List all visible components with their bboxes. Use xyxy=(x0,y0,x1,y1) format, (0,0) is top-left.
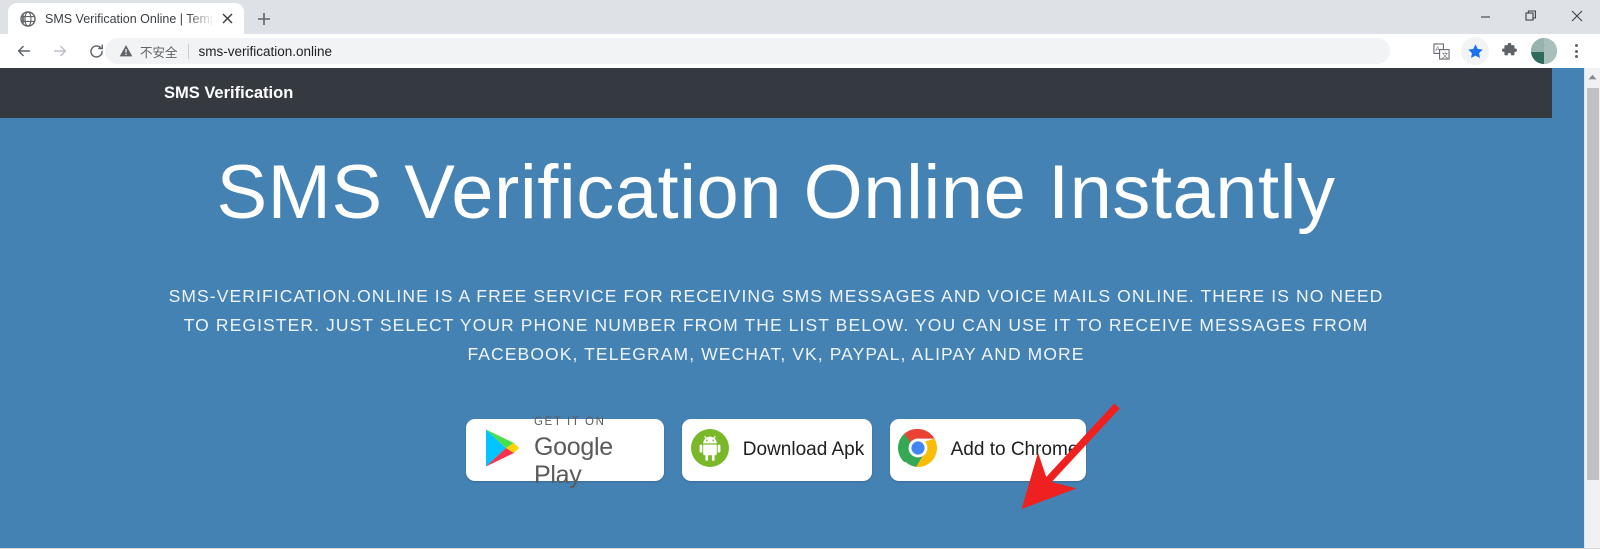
svg-text:文: 文 xyxy=(1441,50,1448,59)
scrollbar-track[interactable] xyxy=(1587,85,1599,549)
bookmark-star-icon[interactable] xyxy=(1461,37,1489,65)
profile-avatar[interactable] xyxy=(1531,38,1557,64)
address-bar[interactable]: 不安全 sms-verification.online xyxy=(105,38,1390,64)
new-tab-button[interactable] xyxy=(250,5,278,33)
vertical-scrollbar[interactable] xyxy=(1584,68,1600,549)
scrollbar-thumb[interactable] xyxy=(1587,88,1599,480)
google-play-text: GET IT ON Google Play xyxy=(534,412,646,489)
chrome-menu-icon[interactable] xyxy=(1562,37,1590,65)
hero-section: SMS Verification Online Instantly SMS-VE… xyxy=(0,118,1552,549)
warning-triangle-icon[interactable] xyxy=(119,44,133,58)
google-play-button[interactable]: GET IT ON Google Play xyxy=(466,416,664,489)
svg-text:A: A xyxy=(1435,46,1440,53)
site-brand[interactable]: SMS Verification xyxy=(164,84,293,103)
globe-icon xyxy=(20,10,36,27)
page-viewport: SMS Verification SMS Verification Online… xyxy=(0,68,1600,549)
chrome-icon xyxy=(897,428,938,473)
translate-icon[interactable]: A 文 xyxy=(1427,37,1455,65)
restore-icon[interactable] xyxy=(1508,0,1554,32)
minimize-icon[interactable] xyxy=(1462,0,1508,32)
web-page: SMS Verification SMS Verification Online… xyxy=(0,68,1552,549)
google-play-small-label: GET IT ON xyxy=(534,415,606,428)
android-icon xyxy=(690,428,730,473)
page-title: SMS Verification Online Instantly xyxy=(216,150,1336,235)
security-status-text: 不安全 xyxy=(140,45,178,60)
browser-toolbar: 不安全 sms-verification.online A 文 xyxy=(0,34,1600,68)
add-to-chrome-label: Add to Chrome xyxy=(950,439,1079,461)
google-play-icon xyxy=(484,428,520,473)
url-text: sms-verification.online xyxy=(198,43,333,59)
browser-window: SMS Verification Online | Temp 不安全 sms-v… xyxy=(0,0,1600,549)
add-to-chrome-button[interactable]: Add to Chrome xyxy=(890,419,1086,482)
download-button-row: GET IT ON Google Play Download Apk Add t… xyxy=(0,416,1552,489)
extensions-puzzle-icon[interactable] xyxy=(1495,37,1523,65)
download-apk-button[interactable]: Download Apk xyxy=(682,419,872,482)
tab-title: SMS Verification Online | Temp xyxy=(45,11,214,26)
google-play-big-label: Google Play xyxy=(534,432,613,489)
tab-strip: SMS Verification Online | Temp xyxy=(0,0,1600,34)
back-arrow-icon[interactable] xyxy=(10,37,38,65)
download-apk-label: Download Apk xyxy=(742,439,865,461)
browser-tab[interactable]: SMS Verification Online | Temp xyxy=(8,3,244,34)
close-icon[interactable] xyxy=(1554,0,1600,32)
toolbar-icon-group: A 文 xyxy=(1424,37,1596,65)
hero-description: SMS-VERIFICATION.ONLINE IS A FREE SERVIC… xyxy=(168,286,1384,365)
forward-arrow-icon xyxy=(46,37,74,65)
close-icon[interactable] xyxy=(218,10,236,28)
window-controls xyxy=(1462,0,1600,32)
omnibox-divider xyxy=(187,43,189,59)
scroll-up-arrow-icon[interactable] xyxy=(1585,68,1600,85)
site-navbar: SMS Verification xyxy=(0,68,1552,118)
